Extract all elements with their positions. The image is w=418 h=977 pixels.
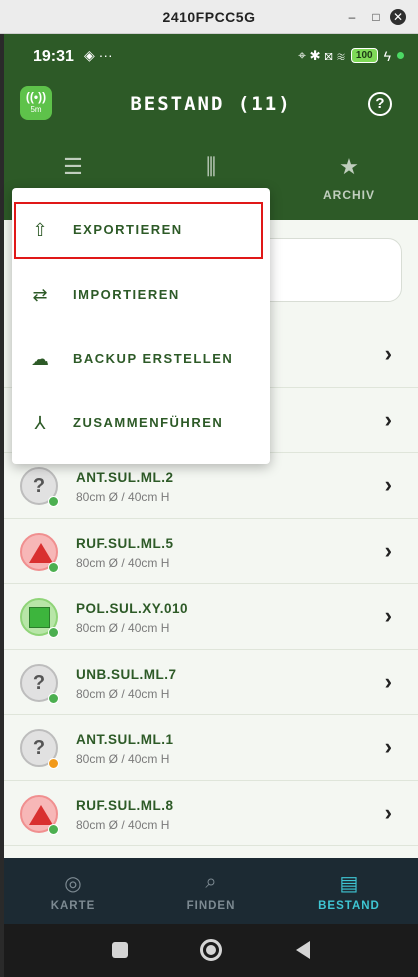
item-size: 80cm Ø / 40cm H: [76, 817, 170, 832]
item-size: 80cm Ø / 40cm H: [76, 490, 170, 504]
back-icon[interactable]: [296, 941, 310, 959]
status-dot-icon: [48, 823, 59, 835]
item-size: 80cm Ø / 40cm H: [76, 686, 170, 701]
charging-icon: ϟ: [383, 47, 391, 64]
minimize-button[interactable]: –: [344, 9, 360, 25]
status-right-icons: ⌖ ✱ ⊠ ≋ 100 ϟ: [298, 47, 404, 64]
swap-arrows-icon: ⇄: [32, 285, 48, 305]
menu-item-label: ZUSAMMENFÜHREN: [73, 415, 224, 430]
list-item[interactable]: RUF.SUL.ML.8 80cm Ø / 40cm H ›: [4, 780, 418, 846]
chevron-right-icon: ›: [384, 799, 392, 825]
item-name: POL.SUL.XY.010: [76, 601, 189, 616]
list-item[interactable]: ? ANT.SUL.ML.1 80cm Ø / 40cm H ›: [4, 715, 418, 781]
close-window-button[interactable]: ✕: [390, 9, 406, 25]
cloud-upload-icon: ☁: [31, 349, 49, 369]
help-icon[interactable]: ?: [368, 92, 392, 116]
recents-icon[interactable]: [112, 942, 128, 958]
item-size: 80cm Ø / 40cm H: [76, 752, 170, 766]
item-name: RUF.SUL.ML.5: [76, 535, 174, 551]
status-system-icons: ⌖ ✱ ⊠ ≋: [298, 47, 345, 63]
inventory-box-icon: ▤: [339, 873, 359, 895]
status-bar: 19:31 ◈ ··· ⌖ ✱ ⊠ ≋ 100 ϟ: [4, 34, 418, 78]
chevron-right-icon: ›: [384, 734, 392, 759]
nav-bestand[interactable]: ▤ BESTAND: [280, 858, 418, 924]
archive-star-icon: ★: [339, 154, 359, 179]
bottom-navigation: ◎ KARTE ⌕ FINDEN ▤ BESTAND: [4, 858, 418, 924]
header-row: ((•)) 5m BESTAND (11) ?: [4, 84, 418, 128]
page-title: BESTAND (11): [130, 93, 292, 115]
list-item[interactable]: POL.SUL.XY.010 80cm Ø / 40cm H ›: [4, 584, 418, 650]
list-item[interactable]: ? UNB.SUL.ML.7 80cm Ø / 40cm H ›: [4, 649, 418, 715]
item-name: RUF.SUL.ML.8: [76, 797, 174, 813]
chevron-right-icon: ›: [384, 668, 392, 694]
menu-item-backup[interactable]: ☁ BACKUP ERSTELLEN: [12, 331, 270, 387]
window-titlebar: 2410FPCC5G – □ ✕: [0, 0, 418, 34]
item-size: 80cm Ø / 40cm H: [76, 621, 170, 635]
status-dot-icon: [48, 496, 59, 507]
list-icon: ☰: [63, 154, 83, 179]
status-time: 19:31: [33, 48, 74, 65]
nav-karte[interactable]: ◎ KARTE: [4, 858, 142, 924]
status-notification-icons: ◈ ···: [84, 47, 113, 63]
menu-item-label: IMPORTIEREN: [73, 287, 180, 302]
merge-icon: ⅄: [34, 413, 46, 433]
system-navigation-bar: [4, 924, 418, 977]
item-name: ANT.SUL.ML.1: [76, 732, 174, 747]
chevron-right-icon: ›: [384, 603, 392, 628]
menu-item-import[interactable]: ⇄ IMPORTIEREN: [12, 267, 270, 323]
status-dot-icon: [48, 758, 59, 769]
maximize-button[interactable]: □: [368, 9, 384, 25]
nav-finden[interactable]: ⌕ FINDEN: [142, 858, 280, 924]
list-item[interactable]: RUF.SUL.ML.5 80cm Ø / 40cm H ›: [4, 518, 418, 584]
chevron-right-icon: ›: [384, 537, 392, 563]
item-name: UNB.SUL.ML.7: [76, 666, 177, 682]
item-size: 80cm Ø / 40cm H: [76, 555, 170, 570]
tab-archiv[interactable]: ★ ARCHIV: [280, 146, 418, 220]
add-list-icon: ⫼: [205, 154, 217, 179]
status-dot-icon: [48, 627, 59, 638]
compass-icon: ◎: [64, 873, 82, 895]
home-icon[interactable]: [200, 939, 222, 961]
nav-label: KARTE: [50, 900, 96, 912]
item-name: ANT.SUL.ML.2: [76, 470, 174, 485]
chevron-right-icon: ›: [384, 341, 392, 366]
menu-item-label: BACKUP ERSTELLEN: [73, 351, 234, 366]
chevron-right-icon: ›: [384, 472, 392, 497]
selection-highlight: [14, 202, 263, 259]
privacy-dot-icon: [397, 52, 404, 59]
nav-label: BESTAND: [318, 900, 380, 912]
chevron-right-icon: ›: [384, 406, 392, 432]
tab-label: ARCHIV: [322, 188, 375, 202]
search-map-icon: ⌕: [205, 871, 217, 893]
status-dot-icon: [48, 692, 59, 704]
status-dot-icon: [48, 561, 59, 573]
battery-icon: 100: [350, 48, 378, 63]
menu-item-merge[interactable]: ⅄ ZUSAMMENFÜHREN: [12, 395, 270, 451]
nav-label: FINDEN: [186, 900, 236, 912]
